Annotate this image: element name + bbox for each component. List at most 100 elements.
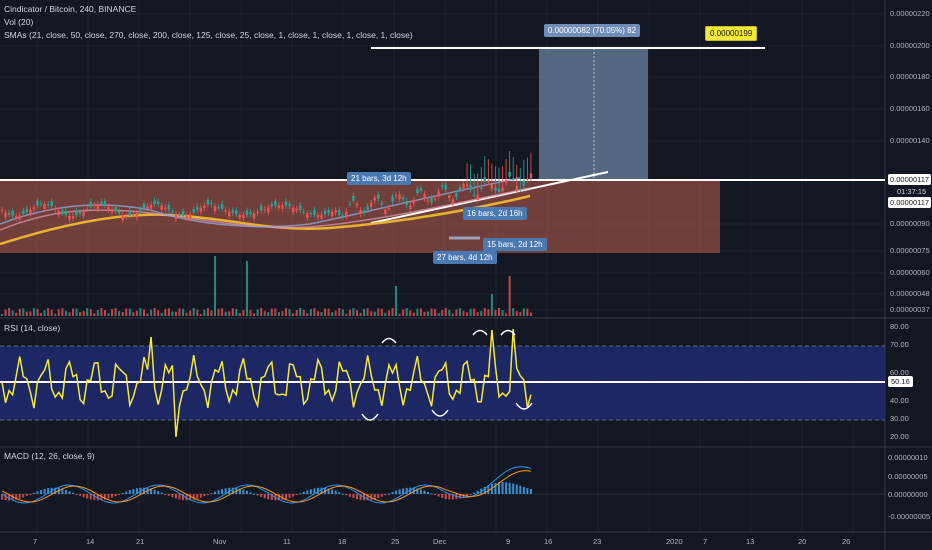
macd-histogram-bar [196, 494, 199, 499]
macd-histogram-bar [395, 490, 398, 494]
candle-body [302, 211, 305, 213]
volume-bar [451, 313, 454, 316]
current-price-tag: 0.00000117 [888, 174, 932, 185]
volume-bar [206, 308, 209, 316]
macd-histogram-bar [125, 491, 128, 494]
chart-canvas[interactable] [0, 0, 932, 550]
candle-body [366, 206, 369, 210]
time-axis-tick: 21 [136, 537, 145, 546]
volume-bar [263, 310, 266, 316]
macd-histogram-bar [508, 482, 511, 494]
candle-body [117, 211, 121, 214]
volume-bar [434, 308, 437, 316]
candle-body [291, 207, 295, 213]
macd-histogram-bar [32, 492, 35, 494]
volume-bar [178, 308, 181, 316]
volume-bar [288, 309, 291, 316]
volume-bar [270, 308, 273, 316]
macd-axis-tick: 0.00000010 [888, 453, 928, 462]
volume-bar [196, 309, 199, 316]
candle-body [192, 209, 195, 213]
rsi-indicator-label[interactable]: RSI (14, close) [4, 323, 60, 333]
candle-body [394, 195, 398, 197]
volume-bar [395, 286, 398, 316]
volume-bar [281, 311, 284, 316]
volume-bar [370, 311, 373, 316]
candle-body [316, 214, 320, 218]
volume-bar [512, 308, 515, 316]
volume-bar [135, 310, 138, 316]
macd-histogram-bar [302, 491, 305, 494]
candle-body [480, 187, 483, 189]
macd-histogram-bar [245, 490, 248, 494]
volume-bar [210, 310, 213, 316]
candle-body [245, 210, 249, 215]
time-axis-tick: 7 [703, 537, 708, 546]
sma-indicator-label[interactable]: SMAs (21, close, 50, close, 270, close, … [4, 30, 413, 40]
macd-histogram-bar [267, 494, 270, 500]
macd-histogram-bar [153, 489, 156, 494]
time-axis-tick: 20 [798, 537, 807, 546]
volume-bar [363, 308, 366, 316]
macd-indicator-label[interactable]: MACD (12, 26, close, 9) [4, 451, 95, 461]
candle-body [149, 204, 153, 209]
macd-histogram-bar [199, 494, 202, 498]
time-axis-tick: Dec [433, 537, 447, 546]
macd-histogram-bar [249, 492, 252, 494]
macd-histogram-bar [75, 494, 78, 495]
macd-histogram-bar [427, 491, 429, 494]
volume-bar [128, 308, 131, 316]
volume-indicator-label[interactable]: Vol (20) [4, 17, 33, 27]
volume-bar [15, 312, 18, 316]
volume-bar [519, 311, 522, 316]
candle-body [114, 207, 117, 212]
volume-bar [36, 308, 39, 316]
volume-bar [306, 313, 309, 316]
candle-body [157, 201, 160, 205]
volume-bar [25, 311, 28, 316]
volume-bar [285, 308, 287, 316]
candle-body [61, 210, 64, 213]
volume-bar [174, 311, 177, 316]
candle-body [465, 184, 469, 187]
macd-histogram-bar [526, 488, 529, 494]
volume-bar [143, 309, 145, 316]
macd-histogram-bar [79, 494, 82, 496]
candle-body [153, 200, 156, 205]
volume-bar [192, 308, 195, 316]
candle-body [96, 204, 100, 209]
macd-histogram-bar [334, 490, 337, 494]
candle-body [426, 200, 430, 202]
macd-histogram-bar [214, 491, 216, 494]
volume-bar [189, 310, 192, 316]
macd-histogram-bar [82, 494, 85, 498]
candle-body [206, 199, 210, 205]
candle-body [398, 194, 401, 200]
volume-bar [57, 309, 60, 316]
candle-body [71, 215, 75, 219]
volume-bar [476, 312, 479, 316]
candle-body [508, 171, 511, 177]
macd-histogram-bar [89, 494, 92, 500]
macd-histogram-bar [118, 494, 121, 495]
macd-histogram-bar [18, 494, 21, 499]
candle-body [199, 207, 202, 212]
volume-bar [402, 309, 405, 316]
macd-histogram-bar [441, 494, 444, 498]
candle-body [330, 211, 334, 217]
candle-body [494, 187, 497, 191]
volume-bar [409, 310, 412, 316]
candle-body [327, 209, 330, 214]
macd-histogram-bar [501, 482, 504, 494]
bars-note-27: 27 bars, 4d 12h [433, 251, 497, 264]
candle-body [50, 201, 53, 207]
symbol-title[interactable]: Cindicator / Bitcoin, 240, BINANCE [4, 4, 136, 14]
candle-body [472, 194, 476, 196]
volume-bar [146, 313, 149, 316]
rsi-axis-tick: 70.00 [890, 340, 909, 349]
candle-body [412, 200, 415, 204]
macd-histogram-bar [341, 493, 344, 495]
candle-body [238, 214, 242, 219]
macd-histogram-bar [263, 494, 266, 499]
volume-bar [79, 312, 82, 316]
